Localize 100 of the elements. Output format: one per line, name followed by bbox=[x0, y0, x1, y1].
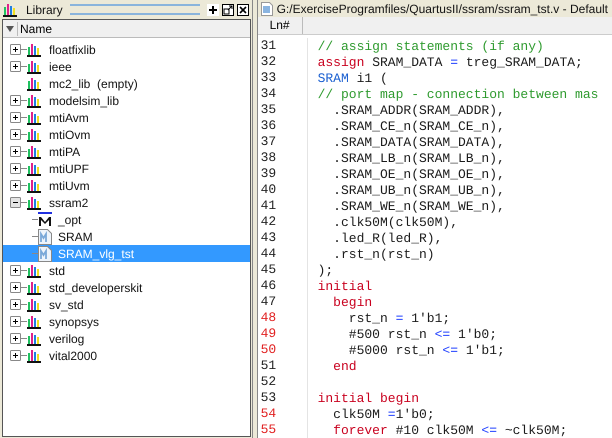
library-icon bbox=[27, 298, 43, 312]
expand-toggle-icon[interactable] bbox=[10, 44, 21, 55]
tree-item[interactable]: mtiUvm bbox=[47, 178, 92, 194]
line-number: 36 bbox=[258, 118, 308, 134]
tree-item[interactable]: SRAM bbox=[56, 228, 95, 244]
line-number: 40 bbox=[258, 182, 308, 198]
tree-item[interactable]: ieee bbox=[47, 58, 74, 74]
library-icon bbox=[27, 264, 43, 278]
library-icon bbox=[27, 42, 43, 56]
library-icon bbox=[27, 332, 43, 346]
line-number: 46 bbox=[258, 278, 308, 294]
expand-toggle-icon[interactable] bbox=[10, 95, 21, 106]
code-line: .SRAM_DATA(SRAM_DATA), bbox=[332, 134, 505, 150]
expand-toggle-icon[interactable] bbox=[10, 112, 21, 123]
tree-item[interactable]: mtiPA bbox=[47, 144, 82, 160]
expand-toggle-icon[interactable] bbox=[10, 350, 21, 361]
code-line: .SRAM_ADDR(SRAM_ADDR), bbox=[332, 102, 505, 118]
line-number: 33 bbox=[258, 70, 308, 86]
expand-toggle-icon[interactable] bbox=[10, 265, 21, 276]
sort-icon bbox=[6, 24, 14, 32]
code-line: initial begin bbox=[316, 390, 419, 406]
expand-toggle-icon[interactable] bbox=[10, 333, 21, 344]
tree-item[interactable]: mtiUPF bbox=[47, 160, 91, 176]
code-line: .rst_n(rst_n) bbox=[332, 246, 435, 262]
line-number: 41 bbox=[258, 198, 308, 214]
tree-item[interactable]: sv_std bbox=[47, 296, 86, 312]
line-number: 32 bbox=[258, 54, 308, 70]
tree-item[interactable]: mc2_lib (empty) bbox=[47, 76, 140, 92]
code-line: end bbox=[332, 358, 357, 374]
code-line: forever #10 clk50M <= ~clk50M; bbox=[332, 422, 568, 438]
code-line: ); bbox=[316, 262, 334, 278]
library-icon bbox=[27, 280, 43, 294]
editor-title: G:/ExerciseProgramfiles/QuartusII/ssram/ssram_tst.v - Default bbox=[276, 2, 608, 16]
library-icon bbox=[27, 348, 43, 362]
tree-item[interactable]: synopsys bbox=[47, 314, 102, 330]
code-line: .clk50M(clk50M), bbox=[332, 214, 458, 230]
line-number: 48 bbox=[258, 310, 308, 326]
line-number: 34 bbox=[258, 86, 308, 102]
line-number: 37 bbox=[258, 134, 308, 150]
expand-toggle-icon[interactable] bbox=[10, 180, 21, 191]
file-icon bbox=[260, 2, 273, 16]
code-line: .SRAM_CE_n(SRAM_CE_n), bbox=[332, 118, 505, 134]
code-line: // assign statements (if any) bbox=[316, 38, 544, 54]
line-number: 45 bbox=[258, 262, 308, 278]
tree-item[interactable]: ssram2 bbox=[47, 194, 90, 210]
expand-toggle-icon[interactable] bbox=[10, 316, 21, 327]
code-line: clk50M =1'b0; bbox=[332, 406, 435, 422]
library-icon bbox=[27, 94, 43, 108]
tree-item[interactable]: mtiAvm bbox=[47, 110, 91, 126]
library-icon bbox=[27, 144, 43, 158]
tree-item[interactable]: mtiOvm bbox=[47, 126, 92, 142]
line-number: 31 bbox=[258, 38, 308, 54]
expand-toggle-icon[interactable] bbox=[10, 129, 21, 140]
expand-toggle-icon[interactable] bbox=[10, 299, 21, 310]
tree-item[interactable]: modelsim_lib bbox=[47, 92, 122, 108]
library-icon bbox=[27, 314, 43, 328]
expand-toggle-icon[interactable] bbox=[10, 282, 21, 293]
library-icon bbox=[27, 76, 43, 90]
line-number: 52 bbox=[258, 374, 308, 390]
code-line: .led_R(led_R), bbox=[332, 230, 442, 246]
expand-toggle-icon[interactable] bbox=[10, 61, 21, 72]
tree-item[interactable]: verilog bbox=[47, 330, 86, 346]
line-number: 53 bbox=[258, 390, 308, 406]
drag-grip[interactable] bbox=[70, 4, 200, 15]
line-number: 51 bbox=[258, 358, 308, 374]
library-icon bbox=[27, 196, 43, 210]
code-line: .SRAM_OE_n(SRAM_OE_n), bbox=[332, 166, 505, 182]
line-number: 38 bbox=[258, 150, 308, 166]
library-icon bbox=[27, 110, 43, 124]
library-icon bbox=[27, 162, 43, 176]
code-line: .SRAM_LB_n(SRAM_LB_n), bbox=[332, 150, 505, 166]
line-number: 47 bbox=[258, 294, 308, 310]
tree-item[interactable]: floatfixlib bbox=[47, 42, 98, 58]
code-line: // port map - connection between mas bbox=[316, 86, 598, 102]
line-number: 44 bbox=[258, 246, 308, 262]
expand-toggle-icon[interactable] bbox=[10, 146, 21, 157]
m-letter-icon bbox=[38, 212, 52, 227]
tree-item[interactable]: vital2000 bbox=[47, 348, 100, 364]
expand-toggle-icon[interactable] bbox=[10, 163, 21, 174]
tree-item[interactable]: std_developerskit bbox=[47, 280, 144, 296]
line-number: 35 bbox=[258, 102, 308, 118]
undock-icon[interactable] bbox=[222, 4, 234, 16]
library-icon bbox=[27, 60, 43, 74]
line-number: 43 bbox=[258, 230, 308, 246]
line-number: 42 bbox=[258, 214, 308, 230]
code-line: rst_n = 1'b1; bbox=[348, 310, 450, 326]
library-icon bbox=[27, 178, 43, 192]
plus-icon[interactable] bbox=[206, 4, 219, 16]
column-header[interactable]: Name bbox=[3, 20, 250, 38]
line-number: 54 bbox=[258, 406, 308, 422]
code-line: #5000 rst_n <= 1'b1; bbox=[348, 342, 505, 358]
library-icon bbox=[3, 2, 19, 16]
code-line: assign SRAM_DATA = treg_SRAM_DATA; bbox=[316, 54, 583, 70]
panel-title: Library bbox=[26, 2, 63, 16]
expand-toggle-icon[interactable] bbox=[10, 197, 21, 208]
close-icon[interactable] bbox=[236, 4, 249, 16]
line-number: 55 bbox=[258, 422, 308, 438]
line-number: 50 bbox=[258, 342, 308, 358]
tree-item[interactable]: std bbox=[47, 262, 68, 278]
tree-item[interactable]: _opt bbox=[56, 212, 84, 228]
